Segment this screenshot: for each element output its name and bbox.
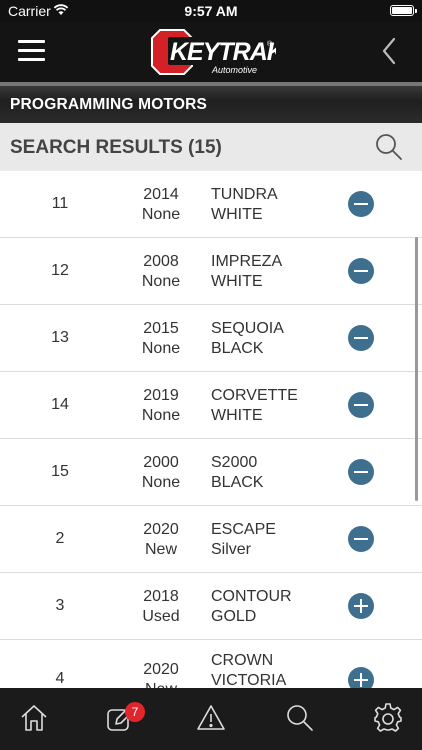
notification-badge: 7	[125, 702, 145, 722]
item-model: CORVETTE	[211, 387, 298, 404]
minus-icon	[354, 270, 368, 272]
tab-settings[interactable]	[372, 702, 404, 734]
menu-button[interactable]	[18, 36, 48, 66]
item-color: GOLD	[211, 608, 257, 625]
chevron-left-icon	[382, 37, 396, 65]
logo-registered: ®	[267, 40, 273, 48]
app-header: KEYTRAK ® Automotive	[0, 22, 422, 82]
item-year: 2008	[143, 253, 179, 270]
add-button[interactable]	[348, 593, 374, 619]
item-condition: Used	[142, 608, 180, 625]
search-button[interactable]	[374, 132, 404, 162]
results-bar: SEARCH RESULTS (15)	[0, 123, 422, 171]
list-item[interactable]: 13 2015 None SEQUOIA BLACK	[0, 305, 422, 372]
list-scrollbar[interactable]	[415, 237, 418, 501]
add-button[interactable]	[348, 667, 374, 688]
remove-button[interactable]	[348, 325, 374, 351]
item-condition: None	[141, 474, 181, 491]
hamburger-icon	[18, 40, 45, 43]
item-color: Silver	[211, 541, 252, 558]
minus-icon	[354, 471, 368, 473]
remove-button[interactable]	[348, 392, 374, 418]
list-item[interactable]: 14 2019 None CORVETTE WHITE	[0, 372, 422, 439]
results-list: 11 2014 None TUNDRA WHITE 12 2008 None IMPR…	[0, 171, 422, 688]
item-year: 2019	[143, 387, 179, 404]
list-item[interactable]: 3 2018 Used CONTOUR GOLD	[0, 573, 422, 640]
search-icon	[376, 134, 402, 160]
tab-bar	[0, 688, 422, 750]
item-condition: None	[141, 273, 181, 290]
warning-icon	[197, 705, 225, 730]
item-year: 2018	[143, 588, 179, 605]
list-item[interactable]: 4 2020 New CROWN VICTORIA	[0, 640, 422, 688]
item-number: 15	[51, 463, 69, 480]
section-header: PROGRAMMING MOTORS	[0, 86, 422, 123]
remove-button[interactable]	[348, 258, 374, 284]
settings-icon	[374, 703, 402, 732]
status-bar: Carrier 9:57 AM	[0, 0, 422, 22]
item-model: TUNDRA	[211, 186, 278, 203]
item-color: WHITE	[211, 273, 263, 290]
item-year: 2000	[143, 454, 179, 471]
back-button[interactable]	[376, 36, 404, 66]
list-item[interactable]: 15 2000 None S2000 BLACK	[0, 439, 422, 506]
search-icon	[287, 705, 313, 731]
minus-icon	[354, 538, 368, 540]
minus-icon	[354, 337, 368, 339]
logo-text: KEYTRAK	[170, 38, 276, 66]
list-item[interactable]: 11 2014 None TUNDRA WHITE	[0, 171, 422, 238]
minus-icon	[354, 404, 368, 406]
results-count-label: SEARCH RESULTS (15)	[10, 137, 222, 158]
item-color: BLACK	[211, 474, 264, 491]
item-model: CONTOUR	[211, 588, 292, 605]
list-item[interactable]: 12 2008 None IMPREZA WHITE	[0, 238, 422, 305]
item-condition: None	[141, 407, 181, 424]
item-model: IMPREZA	[211, 253, 283, 270]
clock: 9:57 AM	[184, 3, 238, 19]
item-condition: None	[141, 206, 181, 223]
item-number: 3	[55, 597, 65, 614]
battery-icon	[390, 5, 417, 16]
item-model: S2000	[211, 454, 258, 471]
list-item[interactable]: 2 2020 New ESCAPE Silver	[0, 506, 422, 573]
home-icon	[21, 705, 47, 731]
remove-button[interactable]	[348, 191, 374, 217]
item-condition: New	[144, 541, 177, 558]
item-year: 2015	[143, 320, 179, 337]
tab-search[interactable]	[284, 702, 316, 734]
item-color: VICTORIA	[211, 672, 287, 688]
item-condition: New	[131, 680, 191, 688]
tab-alerts[interactable]	[195, 702, 227, 734]
item-number: 12	[51, 262, 69, 279]
remove-button[interactable]	[348, 526, 374, 552]
item-color: WHITE	[211, 407, 263, 424]
item-model: ESCAPE	[211, 521, 276, 538]
item-year: 2014	[143, 186, 179, 203]
item-number: 4	[55, 670, 65, 687]
item-year: 2020	[143, 521, 179, 538]
logo-subtitle: Automotive	[211, 65, 257, 75]
item-number: 13	[51, 329, 69, 346]
item-condition: None	[141, 340, 181, 357]
item-color: BLACK	[211, 340, 264, 357]
item-number: 2	[55, 530, 65, 547]
tab-home[interactable]	[18, 702, 50, 734]
item-color: WHITE	[211, 206, 263, 223]
minus-icon	[354, 203, 368, 205]
item-number: 14	[51, 396, 69, 413]
item-number: 11	[51, 195, 69, 212]
item-model: SEQUOIA	[211, 320, 284, 337]
item-model: CROWN	[211, 652, 274, 669]
remove-button[interactable]	[348, 459, 374, 485]
item-year: 2020	[143, 661, 179, 678]
keytrak-logo: KEYTRAK ® Automotive	[151, 29, 276, 75]
page-title: PROGRAMMING MOTORS	[10, 96, 208, 113]
